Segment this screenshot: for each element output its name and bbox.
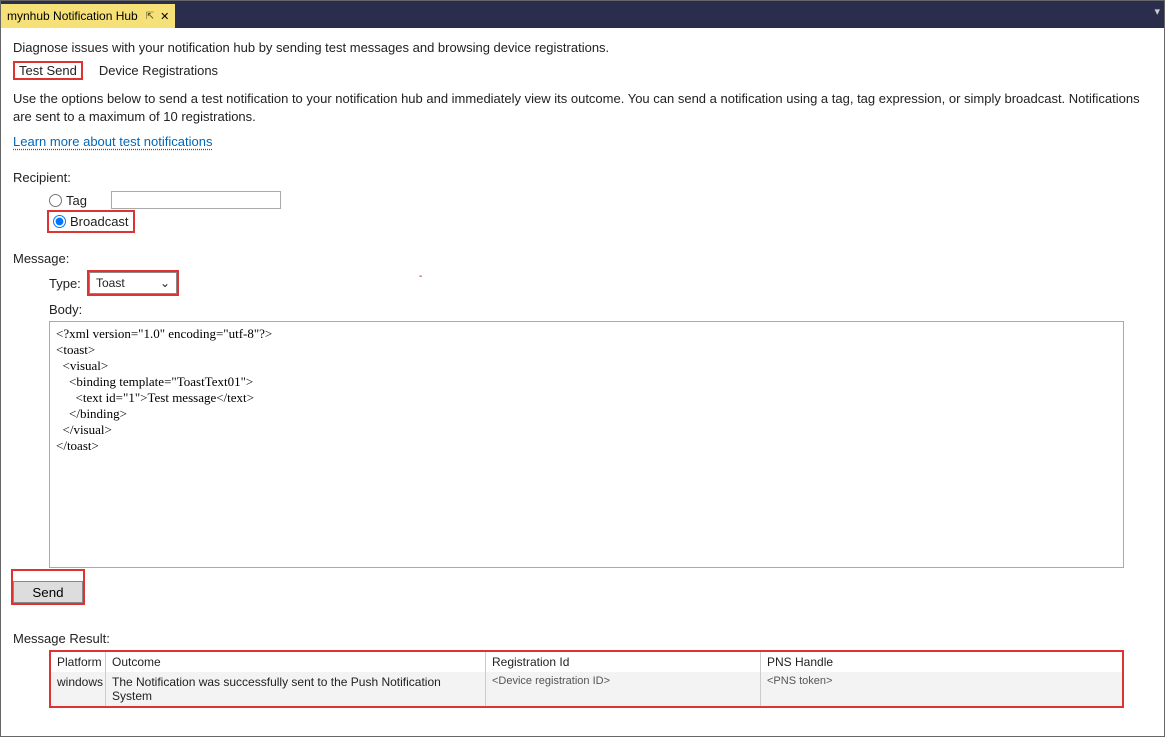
window-menu-icon[interactable]: ▾ xyxy=(1154,5,1160,18)
type-label: Type: xyxy=(49,276,89,291)
type-value: Toast xyxy=(96,276,125,290)
cell-outcome: The Notification was successfully sent t… xyxy=(106,672,486,706)
message-label: Message: xyxy=(13,251,1152,266)
table-header-row: Platform Outcome Registration Id PNS Han… xyxy=(51,652,1122,672)
page-description: Diagnose issues with your notification h… xyxy=(13,40,1152,55)
type-row: Type: Toast ⌄ - xyxy=(49,272,1152,294)
subtabs: Test Send Device Registrations xyxy=(13,61,1152,80)
col-registration: Registration Id xyxy=(486,652,761,672)
result-label: Message Result: xyxy=(13,631,1152,646)
body-label: Body: xyxy=(49,302,1152,317)
chevron-down-icon: ⌄ xyxy=(160,276,170,290)
col-outcome: Outcome xyxy=(106,652,486,672)
pin-icon[interactable]: ⇱ xyxy=(146,11,154,22)
recipient-label: Recipient: xyxy=(13,170,1152,185)
cell-pns: <PNS token> xyxy=(761,672,1122,706)
recipient-broadcast-row: Broadcast xyxy=(49,212,1152,231)
cell-platform: windows xyxy=(51,672,106,706)
title-bar: mynhub Notification Hub ⇱ ✕ ▾ xyxy=(1,1,1164,28)
help-text: Use the options below to send a test not… xyxy=(13,90,1152,126)
col-pns: PNS Handle xyxy=(761,652,1122,672)
tag-radio-label: Tag xyxy=(66,193,87,208)
tag-input[interactable] xyxy=(111,191,281,209)
learn-more-link[interactable]: Learn more about test notifications xyxy=(13,134,212,150)
type-select[interactable]: Toast ⌄ xyxy=(89,272,177,294)
cell-registration: <Device registration ID> xyxy=(486,672,761,706)
tag-radio[interactable] xyxy=(49,194,62,207)
close-icon[interactable]: ✕ xyxy=(160,10,169,23)
tab-test-send[interactable]: Test Send xyxy=(13,61,83,80)
send-button[interactable]: Send xyxy=(13,581,83,603)
body-textarea[interactable] xyxy=(49,321,1124,568)
col-platform: Platform xyxy=(51,652,106,672)
recipient-tag-row: Tag xyxy=(49,191,1152,209)
document-tab[interactable]: mynhub Notification Hub ⇱ ✕ xyxy=(1,4,175,28)
annotation-mark: - xyxy=(419,271,422,282)
broadcast-radio-label: Broadcast xyxy=(70,214,129,229)
tab-title: mynhub Notification Hub xyxy=(7,9,138,23)
table-row: windows The Notification was successfull… xyxy=(51,672,1122,706)
tab-device-registrations[interactable]: Device Registrations xyxy=(99,61,218,80)
result-table: Platform Outcome Registration Id PNS Han… xyxy=(49,650,1124,708)
broadcast-radio[interactable] xyxy=(53,215,66,228)
